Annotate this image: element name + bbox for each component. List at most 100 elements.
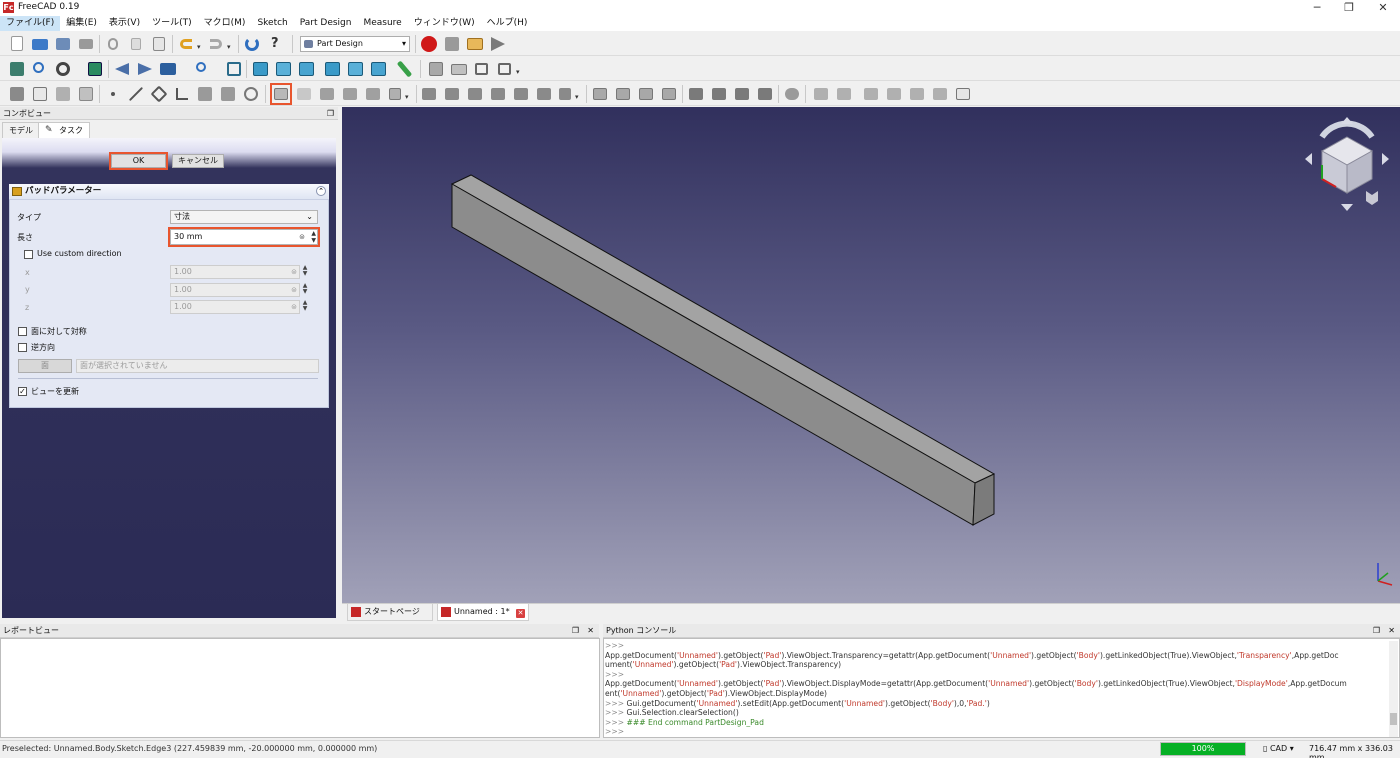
undock-icon[interactable]: ❐ xyxy=(1373,624,1380,638)
whats-this-icon[interactable]: ? xyxy=(268,35,286,53)
top-view-icon[interactable] xyxy=(275,60,293,78)
copy-icon[interactable] xyxy=(127,35,145,53)
report-view-body[interactable] xyxy=(0,638,600,738)
menu-view[interactable]: 表示(V) xyxy=(103,16,146,31)
polar-pattern-icon[interactable] xyxy=(637,85,655,103)
type-select[interactable]: 寸法 ⌄ xyxy=(170,210,318,224)
pad-front-face[interactable] xyxy=(451,183,976,526)
draw-style-icon[interactable] xyxy=(54,60,72,78)
sketch-mirror-icon[interactable] xyxy=(931,85,949,103)
groove-icon[interactable] xyxy=(466,85,484,103)
isometric-view-icon[interactable] xyxy=(225,60,243,78)
linear-pattern-icon[interactable] xyxy=(614,85,632,103)
pocket-icon[interactable] xyxy=(420,85,438,103)
tab-unnamed-document[interactable]: Unnamed : 1* ✕ xyxy=(437,604,529,621)
x-spin-buttons[interactable]: ▲ ▼ xyxy=(301,265,309,279)
run-macro-icon[interactable] xyxy=(489,35,507,53)
tab-model[interactable]: モデル xyxy=(2,122,40,138)
draft-icon[interactable] xyxy=(733,85,751,103)
zoom-icon[interactable] xyxy=(194,60,212,78)
loft-icon[interactable] xyxy=(341,85,359,103)
link-icon[interactable] xyxy=(473,60,491,78)
sketch-view-section-icon[interactable] xyxy=(812,85,830,103)
fillet-icon[interactable] xyxy=(687,85,705,103)
z-input[interactable]: 1.00 ⊜ xyxy=(170,300,300,314)
sketch-merge-icon[interactable] xyxy=(908,85,926,103)
undo-icon[interactable] xyxy=(177,35,195,53)
datum-point-icon[interactable] xyxy=(104,85,122,103)
y-input[interactable]: 1.00 ⊜ xyxy=(170,283,300,297)
undock-icon[interactable]: ❐ xyxy=(327,107,334,120)
thickness-icon[interactable] xyxy=(756,85,774,103)
symmetric-checkbox[interactable] xyxy=(18,327,27,336)
menu-edit[interactable]: 編集(E) xyxy=(60,16,103,31)
sketch-map-icon[interactable] xyxy=(835,85,853,103)
navigation-cube[interactable] xyxy=(1302,115,1392,215)
local-coordinate-system-icon[interactable] xyxy=(173,85,191,103)
menu-file[interactable]: ファイル(F) xyxy=(0,16,61,31)
pad-parameters-header[interactable]: パッドパラメーター ⌃ xyxy=(9,184,329,200)
redo-icon[interactable] xyxy=(207,35,225,53)
shape-binder-icon[interactable] xyxy=(77,85,95,103)
clone-icon[interactable] xyxy=(219,85,237,103)
subtractive-primitive-icon[interactable] xyxy=(557,85,575,103)
length-spin-buttons[interactable]: ▲ ▼ xyxy=(311,230,316,244)
create-body-icon[interactable] xyxy=(427,60,445,78)
menu-help[interactable]: ヘルプ(H) xyxy=(481,16,534,31)
reversed-checkbox[interactable] xyxy=(18,343,27,352)
edit-macro-icon[interactable] xyxy=(466,35,484,53)
sketch-reorient-icon[interactable] xyxy=(862,85,880,103)
right-view-icon[interactable] xyxy=(298,60,316,78)
create-sketch-icon[interactable] xyxy=(31,85,49,103)
hole-icon[interactable] xyxy=(443,85,461,103)
console-scrollbar[interactable] xyxy=(1389,641,1398,737)
sync-view-icon[interactable] xyxy=(159,60,177,78)
minimize-button[interactable]: ─ xyxy=(1300,0,1334,16)
pocket-preview-icon[interactable] xyxy=(295,85,313,103)
subtractive-primitive-dropdown-icon[interactable]: ▾ xyxy=(574,85,582,103)
subtractive-loft-icon[interactable] xyxy=(489,85,507,103)
create-part-icon[interactable] xyxy=(450,60,468,78)
open-file-button[interactable] xyxy=(31,35,49,53)
save-button[interactable] xyxy=(54,35,72,53)
expression-icon[interactable]: ⊜ xyxy=(299,230,305,244)
close-tab-icon[interactable]: ✕ xyxy=(516,609,526,618)
fit-all-icon[interactable] xyxy=(8,60,26,78)
close-window-button[interactable]: ✕ xyxy=(1366,0,1400,16)
front-view-icon[interactable] xyxy=(252,60,270,78)
menu-tools[interactable]: ツール(T) xyxy=(146,16,198,31)
sub-shape-binder-icon[interactable] xyxy=(196,85,214,103)
sketch-validate-icon[interactable] xyxy=(885,85,903,103)
redo-dropdown-icon[interactable]: ▾ xyxy=(226,35,234,53)
subtractive-helix-icon[interactable] xyxy=(535,85,553,103)
back-arrow-icon[interactable] xyxy=(113,60,131,78)
sketch-grid-icon[interactable] xyxy=(954,85,972,103)
face-input[interactable]: 面が選択されていません xyxy=(76,359,319,373)
bottom-view-icon[interactable] xyxy=(347,60,365,78)
new-file-button[interactable] xyxy=(8,35,26,53)
navigation-style[interactable]: ▯ CAD ▾ xyxy=(1263,744,1294,753)
menu-window[interactable]: ウィンドウ(W) xyxy=(408,16,481,31)
revolution-icon[interactable] xyxy=(318,85,336,103)
workbench-selector[interactable]: Part Design ▾ xyxy=(300,36,410,52)
link-actions-icon[interactable] xyxy=(496,60,514,78)
undock-icon[interactable]: ❐ xyxy=(572,624,579,638)
y-spin-buttons[interactable]: ▲ ▼ xyxy=(301,283,309,297)
collapse-icon[interactable]: ⌃ xyxy=(316,186,326,196)
forward-arrow-icon[interactable] xyxy=(136,60,154,78)
stop-macro-icon[interactable] xyxy=(443,35,461,53)
ok-button[interactable]: OK xyxy=(109,152,168,170)
restore-button[interactable]: ❐ xyxy=(1332,0,1366,16)
measure-distance-icon[interactable] xyxy=(396,60,414,78)
menu-part-design[interactable]: Part Design xyxy=(294,16,358,31)
cancel-button[interactable]: キャンセル xyxy=(172,154,224,168)
z-spin-buttons[interactable]: ▲ ▼ xyxy=(301,300,309,314)
multitransform-icon[interactable] xyxy=(660,85,678,103)
menu-measure[interactable]: Measure xyxy=(357,16,407,31)
rear-view-icon[interactable] xyxy=(324,60,342,78)
tab-task[interactable]: ✎ タスク xyxy=(38,122,90,138)
print-button[interactable] xyxy=(77,35,95,53)
chamfer-icon[interactable] xyxy=(710,85,728,103)
cut-icon[interactable] xyxy=(104,35,122,53)
scrollbar-thumb[interactable] xyxy=(1390,713,1397,725)
